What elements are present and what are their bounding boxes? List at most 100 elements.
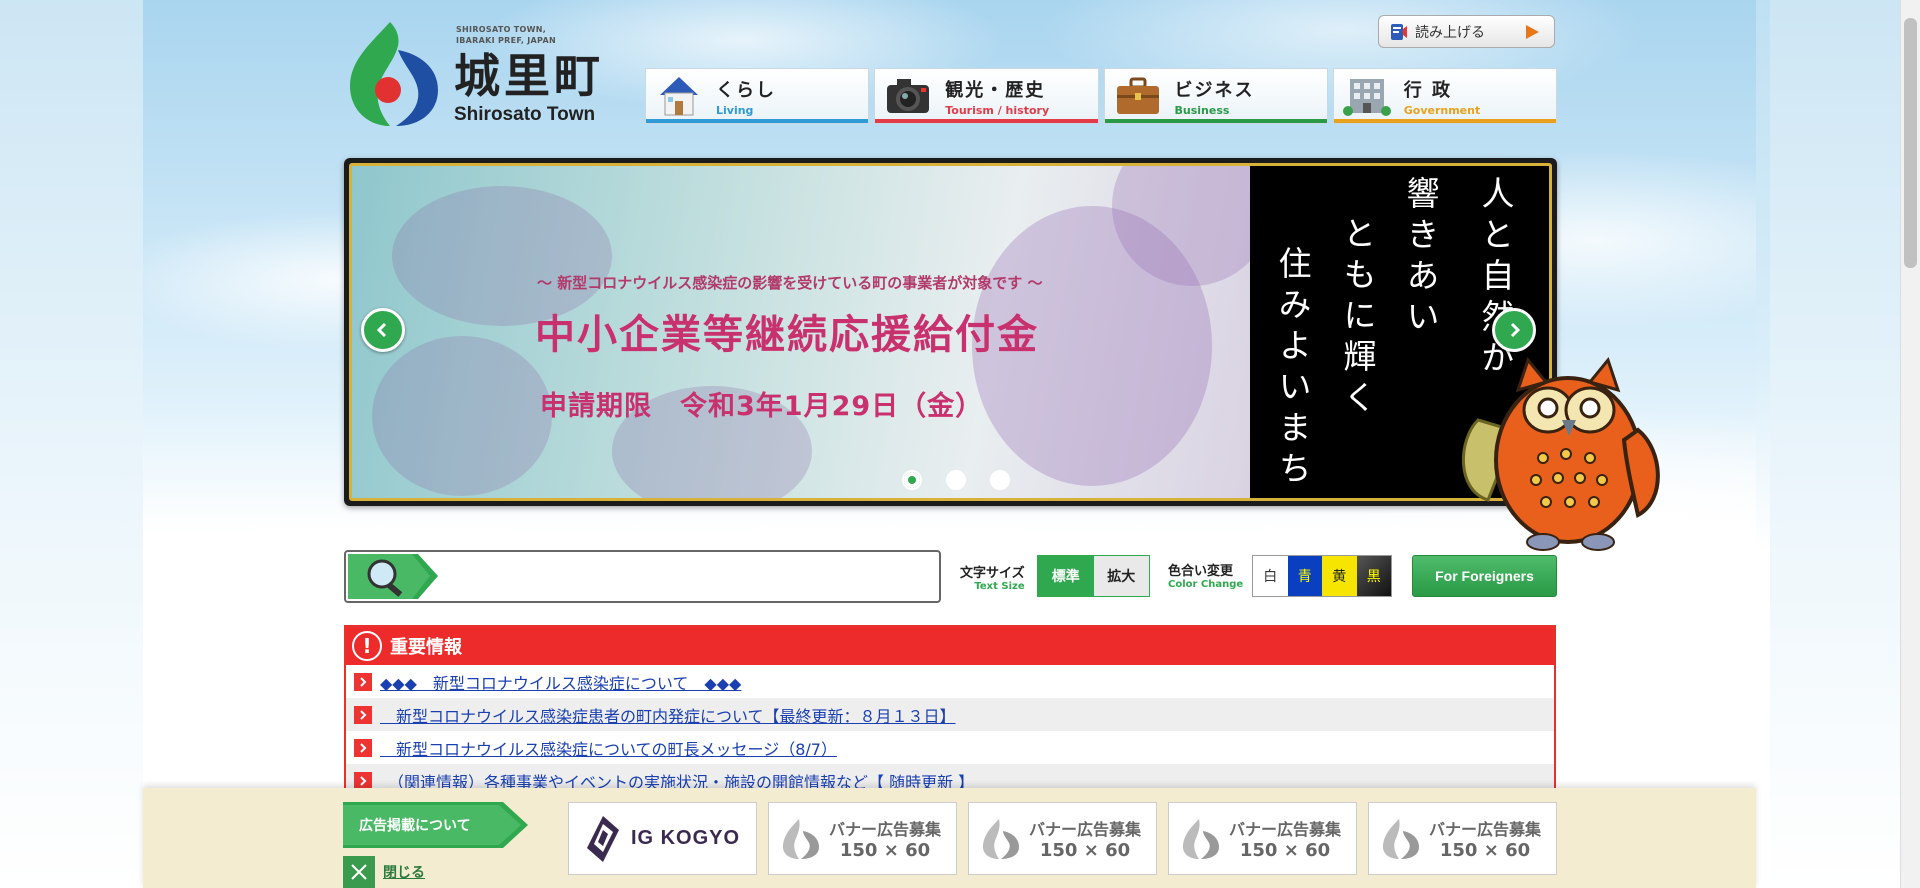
ad-close-label: 閉じる: [383, 865, 425, 881]
read-aloud-button[interactable]: 読み上げる: [1378, 15, 1555, 48]
global-nav: くらし Living 観光・歴史 Tourism / history ビジネス: [645, 68, 1557, 124]
list-item: 新型コロナウイルス感染症についての町長メッセージ（8/7）: [346, 731, 1554, 764]
color-yellow-button[interactable]: 黄: [1322, 556, 1357, 596]
banner-ig-kogyo[interactable]: IG KOGYO: [568, 802, 757, 875]
tagline-col-2: 響きあい: [1401, 176, 1440, 340]
exclamation-icon: !: [352, 631, 382, 661]
nav-tourism-en: Tourism / history: [945, 103, 1050, 117]
nav-living-jp: くらし: [716, 79, 776, 101]
background-right: [1770, 0, 1920, 888]
search-input[interactable]: [444, 560, 934, 593]
speaker-icon: [1391, 23, 1407, 40]
site-search: [344, 550, 941, 603]
read-aloud-label: 読み上げる: [1415, 24, 1485, 41]
slider-frame: ～ 新型コロナウイルス感染症の影響を受けている町の事業者が対象です ～ 中小企業…: [349, 163, 1552, 501]
emblem-placeholder-icon: [983, 818, 1019, 859]
arrow-right-icon: [354, 771, 372, 790]
important-heading: ! 重要情報: [346, 627, 1554, 665]
ig-kogyo-text: IG KOGYO: [630, 827, 741, 849]
nav-living-bar: [646, 119, 869, 123]
emblem-placeholder-icon: [1183, 818, 1219, 859]
tagline-col-4: 住みよいまち: [1273, 246, 1312, 492]
banner-placeholder-text: バナー広告募集: [1029, 820, 1142, 839]
text-size-large-button[interactable]: 拡大: [1093, 556, 1149, 596]
slider-dot-1[interactable]: [902, 470, 922, 490]
town-emblem-icon: [350, 22, 438, 126]
text-size-toggle: 標準 拡大: [1037, 555, 1150, 597]
tagline-col-3: ともに輝く: [1338, 216, 1377, 421]
banner-placeholder-text: バナー広告募集: [829, 820, 942, 839]
ad-about-button[interactable]: 広告掲載について: [343, 802, 528, 848]
play-icon: [1510, 16, 1554, 47]
banner-placeholder-1[interactable]: バナー広告募集 150 × 60: [768, 802, 957, 875]
nav-tourism[interactable]: 観光・歴史 Tourism / history: [874, 68, 1099, 124]
color-white-button[interactable]: 白: [1253, 556, 1288, 596]
slider-next-button[interactable]: [1492, 308, 1536, 352]
ad-close-button[interactable]: 閉じる: [343, 856, 425, 888]
hero-slider: ～ 新型コロナウイルス感染症の影響を受けている町の事業者が対象です ～ 中小企業…: [344, 158, 1557, 506]
ad-about-label: 広告掲載について: [359, 818, 471, 834]
house-icon: [660, 77, 698, 116]
nav-government-bar: [1333, 119, 1556, 123]
building-icon: [1342, 79, 1391, 116]
for-foreigners-button[interactable]: For Foreigners: [1412, 555, 1557, 597]
logo-name-kanji: 城里町: [454, 49, 604, 103]
text-size-label: 文字サイズ Text Size: [960, 566, 1025, 592]
important-info: ! 重要情報 ◆◆◆ 新型コロナウイルス感染症について ◆◆◆ 新型コロナウイル…: [344, 625, 1556, 797]
nav-business[interactable]: ビジネス Business: [1103, 68, 1328, 124]
important-link-2[interactable]: 新型コロナウイルス感染症患者の町内発症について【最終更新：８月１３日】: [380, 703, 956, 727]
ig-kogyo-logo-icon: [586, 815, 619, 862]
nav-tourism-jp: 観光・歴史: [945, 79, 1046, 101]
nav-government-en: Government: [1403, 103, 1481, 117]
site-logo[interactable]: SHIROSATO TOWN, IBARAKI PREF, JAPAN 城里町 …: [342, 20, 612, 128]
nav-business-jp: ビジネス: [1174, 79, 1255, 101]
page-scrollbar[interactable]: [1900, 0, 1920, 888]
list-item: ◆◆◆ 新型コロナウイルス感染症について ◆◆◆: [346, 665, 1554, 698]
owl-mascot-icon: [1461, 356, 1660, 551]
color-black-button[interactable]: 黒: [1356, 556, 1391, 596]
color-change-label: 色合い変更 Color Change: [1168, 564, 1244, 590]
banner-placeholder-2[interactable]: バナー広告募集 150 × 60: [968, 802, 1157, 875]
logo-name-roman: Shirosato Town: [454, 104, 596, 125]
color-blue-button[interactable]: 青: [1287, 556, 1322, 596]
search-button[interactable]: [348, 554, 438, 599]
list-item: 新型コロナウイルス感染症患者の町内発症について【最終更新：８月１３日】: [346, 698, 1554, 731]
briefcase-icon: [1116, 77, 1159, 114]
banner-placeholder-size: 150 × 60: [1239, 840, 1331, 861]
scrollbar-thumb[interactable]: [1904, 18, 1917, 268]
important-link-1[interactable]: ◆◆◆ 新型コロナウイルス感染症について ◆◆◆: [380, 670, 741, 694]
slide-deadline: 申請期限 令和3年1月29日（金）: [540, 391, 984, 422]
slider-prev-button[interactable]: [361, 308, 405, 352]
important-heading-text: 重要情報: [390, 637, 462, 658]
emblem-placeholder-icon: [1383, 818, 1419, 859]
nav-government[interactable]: 行 政 Government: [1332, 68, 1557, 124]
arrow-right-icon: [354, 672, 372, 691]
chevron-right-icon: [1510, 322, 1521, 338]
arrow-right-icon: [354, 738, 372, 757]
important-link-3[interactable]: 新型コロナウイルス感染症についての町長メッセージ（8/7）: [380, 736, 837, 760]
emblem-placeholder-icon: [783, 818, 819, 859]
nav-living-en: Living: [716, 103, 754, 117]
text-size-standard-button[interactable]: 標準: [1038, 556, 1094, 596]
banner-placeholder-text: バナー広告募集: [1229, 820, 1342, 839]
arrow-right-icon: [354, 705, 372, 724]
chevron-left-icon: [376, 322, 387, 338]
slider-dot-3[interactable]: [990, 470, 1010, 490]
banner-placeholder-size: 150 × 60: [1439, 840, 1531, 861]
nav-living[interactable]: くらし Living: [645, 68, 870, 124]
slide-banner[interactable]: ～ 新型コロナウイルス感染症の影響を受けている町の事業者が対象です ～ 中小企業…: [352, 166, 1250, 498]
banner-placeholder-3[interactable]: バナー広告募集 150 × 60: [1168, 802, 1357, 875]
nav-tourism-bar: [875, 119, 1098, 123]
color-change-options: 白 青 黄 黒: [1252, 555, 1392, 597]
background-left: [0, 0, 150, 888]
close-icon: [343, 856, 375, 888]
camera-icon: [887, 79, 930, 113]
logo-tagline: SHIROSATO TOWN, IBARAKI PREF, JAPAN: [456, 25, 556, 45]
slider-dot-2[interactable]: [946, 470, 966, 490]
banner-placeholder-size: 150 × 60: [1039, 840, 1131, 861]
banner-placeholder-4[interactable]: バナー広告募集 150 × 60: [1368, 802, 1557, 875]
banner-placeholder-text: バナー広告募集: [1429, 820, 1542, 839]
ad-banner-bar: 広告掲載について 閉じる IG KOGYO バナー広告募集 150 × 60 バ…: [143, 788, 1756, 888]
nav-government-jp: 行 政: [1403, 79, 1453, 101]
slide-decoration: [372, 336, 552, 496]
